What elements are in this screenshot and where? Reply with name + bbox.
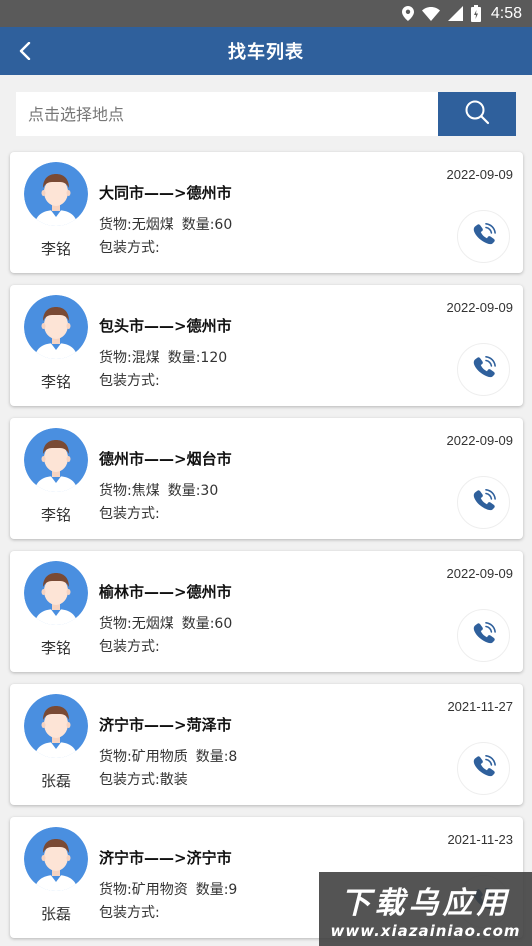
avatar bbox=[24, 162, 88, 226]
route: 德州市——>烟台市 bbox=[99, 450, 232, 468]
wifi-icon bbox=[421, 6, 440, 21]
cargo-type: 货物:无烟煤 bbox=[99, 217, 174, 233]
watermark-title: 下载乌应用 bbox=[340, 886, 511, 921]
driver-name: 张磊 bbox=[40, 905, 71, 923]
post-date: 2021-11-23 bbox=[447, 832, 513, 847]
packaging: 包装方式: bbox=[99, 506, 160, 522]
cargo-type: 货物:焦煤 bbox=[99, 483, 160, 499]
route: 济宁市——>菏泽市 bbox=[99, 716, 232, 734]
battery-icon bbox=[470, 5, 481, 22]
avatar bbox=[24, 561, 88, 625]
avatar bbox=[24, 827, 88, 891]
avatar bbox=[24, 295, 88, 359]
cargo-quantity: 数量:120 bbox=[167, 350, 228, 366]
post-date: 2022-09-09 bbox=[446, 300, 514, 315]
list-item[interactable]: 李铭 包头市——>德州市 货物:混煤 数量:120 包装方式: 2022-09-0… bbox=[10, 285, 523, 406]
post-date: 2022-09-09 bbox=[446, 167, 514, 182]
chevron-left-icon[interactable] bbox=[14, 39, 36, 63]
cargo-quantity: 数量:8 bbox=[195, 749, 238, 765]
status-time: 4:58 bbox=[490, 4, 522, 22]
search-icon bbox=[464, 99, 490, 129]
call-button[interactable] bbox=[457, 609, 510, 662]
list-item[interactable]: 李铭 榆林市——>德州市 货物:无烟煤 数量:60 包装方式: 2022-09-0… bbox=[10, 551, 523, 672]
phone-icon bbox=[471, 621, 497, 651]
packaging: 包装方式: bbox=[99, 373, 160, 389]
location-search-input[interactable] bbox=[16, 92, 438, 136]
post-date: 2022-09-09 bbox=[446, 566, 514, 581]
cargo-quantity: 数量:60 bbox=[181, 616, 233, 632]
search-button[interactable] bbox=[438, 92, 516, 136]
driver-name: 张磊 bbox=[40, 772, 71, 790]
route: 大同市——>德州市 bbox=[99, 184, 232, 202]
route: 济宁市——>济宁市 bbox=[99, 849, 232, 867]
cargo-type: 货物:矿用物质 bbox=[99, 749, 188, 765]
cargo-info: 货物:矿用物质 数量:8 bbox=[99, 746, 237, 766]
call-button[interactable] bbox=[457, 343, 510, 396]
cargo-quantity: 数量:30 bbox=[167, 483, 219, 499]
packaging: 包装方式: bbox=[99, 639, 160, 655]
cargo-type: 货物:混煤 bbox=[99, 350, 160, 366]
cargo-quantity: 数量:9 bbox=[195, 882, 238, 898]
packaging: 包装方式: bbox=[99, 905, 160, 921]
driver-name: 李铭 bbox=[40, 506, 71, 524]
phone-icon bbox=[471, 222, 497, 252]
call-button[interactable] bbox=[457, 742, 510, 795]
route: 包头市——>德州市 bbox=[99, 317, 232, 335]
phone-icon bbox=[471, 754, 497, 784]
vehicle-list: 李铭 大同市——>德州市 货物:无烟煤 数量:60 包装方式: 2022-09-0… bbox=[10, 152, 523, 946]
location-icon bbox=[401, 6, 414, 21]
driver-name: 李铭 bbox=[40, 373, 71, 391]
cargo-info: 货物:矿用物资 数量:9 bbox=[99, 879, 237, 899]
call-button[interactable] bbox=[457, 210, 510, 263]
cargo-type: 货物:矿用物资 bbox=[99, 882, 188, 898]
nav-bar: 找车列表 bbox=[0, 27, 532, 75]
page-title: 找车列表 bbox=[228, 42, 304, 63]
cargo-info: 货物:无烟煤 数量:60 bbox=[99, 214, 232, 234]
avatar bbox=[24, 694, 88, 758]
watermark: 下载乌应用 www.xiazainiao.com bbox=[319, 872, 532, 946]
cargo-type: 货物:无烟煤 bbox=[99, 616, 174, 632]
list-item[interactable]: 张磊 济宁市——>菏泽市 货物:矿用物质 数量:8 包装方式:散装 2021-11… bbox=[10, 684, 523, 805]
call-button[interactable] bbox=[457, 476, 510, 529]
phone-icon bbox=[471, 488, 497, 518]
route: 榆林市——>德州市 bbox=[99, 583, 232, 601]
signal-icon bbox=[447, 6, 463, 21]
driver-name: 李铭 bbox=[40, 639, 71, 657]
avatar bbox=[24, 428, 88, 492]
driver-name: 李铭 bbox=[40, 240, 71, 258]
list-item[interactable]: 李铭 德州市——>烟台市 货物:焦煤 数量:30 包装方式: 2022-09-09 bbox=[10, 418, 523, 539]
phone-icon bbox=[471, 355, 497, 385]
cargo-info: 货物:无烟煤 数量:60 bbox=[99, 613, 232, 633]
packaging: 包装方式:散装 bbox=[99, 772, 188, 788]
cargo-info: 货物:焦煤 数量:30 bbox=[99, 480, 218, 500]
post-date: 2021-11-27 bbox=[447, 699, 513, 714]
cargo-info: 货物:混煤 数量:120 bbox=[99, 347, 227, 367]
search-bar bbox=[16, 92, 516, 136]
cargo-quantity: 数量:60 bbox=[181, 217, 233, 233]
watermark-url: www.xiazainiao.com bbox=[330, 922, 521, 940]
packaging: 包装方式: bbox=[99, 240, 160, 256]
post-date: 2022-09-09 bbox=[446, 433, 514, 448]
list-item[interactable]: 李铭 大同市——>德州市 货物:无烟煤 数量:60 包装方式: 2022-09-0… bbox=[10, 152, 523, 273]
status-bar: 4:58 bbox=[0, 0, 532, 27]
